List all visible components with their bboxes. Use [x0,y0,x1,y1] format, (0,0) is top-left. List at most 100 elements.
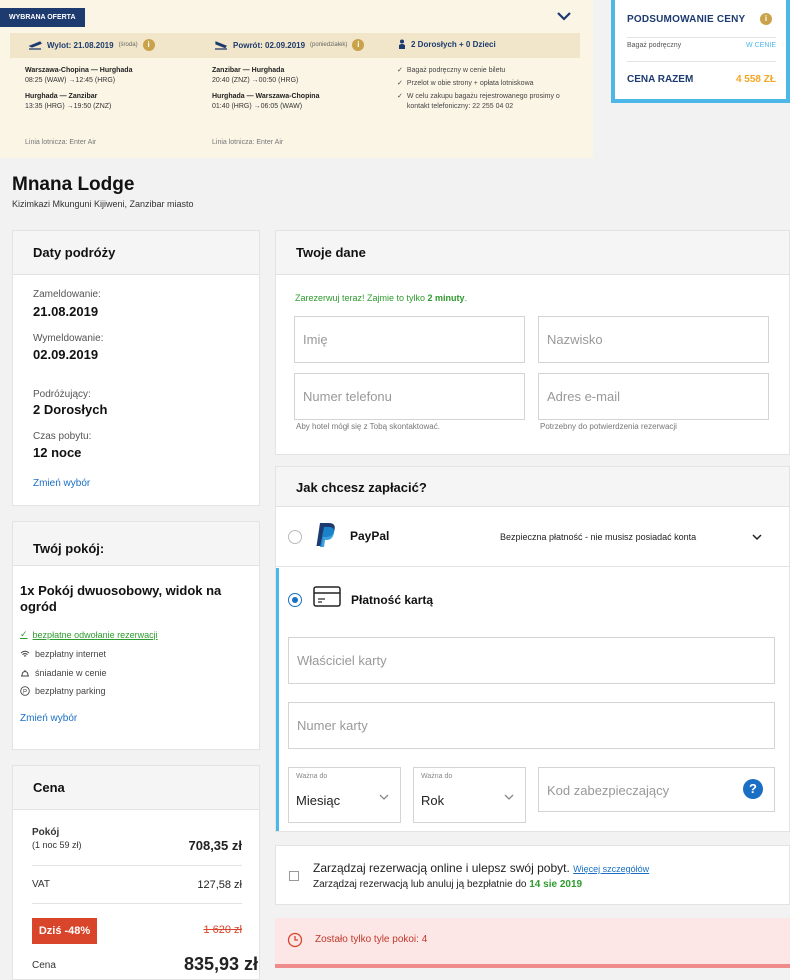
first-name-input[interactable]: Imię [294,316,525,363]
passenger-icon [399,39,405,49]
chevron-down-icon[interactable] [751,533,763,541]
card-payment-label: Płatność kartą [351,593,434,607]
change-dates-link[interactable]: Zmień wybór [33,478,90,489]
divider [32,903,242,904]
price-card: Cena [12,765,260,980]
card-header: Twoje dane [276,231,789,275]
manage-booking-text: Zarządzaj rezerwacją online i ulepsz swó… [313,861,650,875]
included-item: ✓ W celu zakupu bagażu rejestrowanego pro… [397,93,560,110]
paypal-note: Bezpieczna płatność - nie musisz posiada… [500,532,697,542]
manage-booking-sub: Zarządzaj rezerwacją lub anuluj ją bezpł… [313,879,583,890]
change-room-link[interactable]: Zmień wybór [20,713,77,724]
card-holder-input[interactable]: Właściciel karty [288,637,775,684]
segment: Hurghada — Zanzibar 13:35 (HRG) →19:50 (… [25,93,112,110]
selected-indicator [276,568,279,831]
summary-row: Bagaż podręczny W CENIE [627,42,776,49]
clock-icon [287,932,303,948]
flight-summary-bar: Wylot: 21.08.2019 (środa) i Powrót: 02.0… [10,33,580,58]
card-title: Daty podróży [33,245,116,260]
plane-departure-icon [28,41,42,50]
card-header: Cena [13,766,259,810]
paypal-radio[interactable] [288,530,302,544]
checkout-value: 02.09.2019 [33,347,99,362]
check-icon: ✓ [397,80,403,87]
card-number-input[interactable]: Numer karty [288,702,775,749]
paypal-icon [316,523,335,547]
email-input[interactable]: Adres e-mail [538,373,769,420]
alert-text: Zostało tylko tyle pokoi: 4 [315,934,428,945]
included-list: ✓ Bagaż podręczny w cenie biletu ✓ Przelot… [397,66,577,115]
manage-booking-box: Zarządzaj rezerwacją online i ulepsz swó… [275,845,790,905]
plane-arrival-icon [215,41,227,50]
final-price-label: Cena [32,960,56,971]
outbound-date: Wylot: 21.08.2019 (środa) i [28,39,155,51]
checkin-value: 21.08.2019 [33,304,99,319]
stay-value: 12 noce [33,445,82,460]
manage-booking-checkbox[interactable] [289,871,299,881]
included-item: ✓ Przelot w obie strony + opłata lotnisko… [397,80,534,87]
more-details-link[interactable]: Więcej szczegółów [573,864,649,874]
checkout-label: Wymeldowanie: [33,333,104,344]
segment: Hurghada — Warszawa-Chopina 01:40 (HRG) … [212,93,320,110]
card-header: Twój pokój: [13,522,259,566]
card-radio[interactable] [288,593,302,607]
phone-hint: Aby hotel mógł się z Tobą skontaktować. [296,422,440,431]
hotel-name: Mnana Lodge [12,174,135,195]
email-hint: Potrzebny do potwierdzenia rezerwacji [540,422,677,431]
checkin-label: Zameldowanie: [33,289,101,300]
flight-offer-panel: WYBRANA OFERTA Wylot: 21.08.2019 (środa)… [0,0,593,158]
phone-input[interactable]: Numer telefonu [294,373,525,420]
expiry-month-select[interactable]: Ważna do Miesiąc [288,767,401,823]
airline-label: Linia lotnicza: Enter Air [25,139,97,146]
paypal-label: PayPal [350,529,390,543]
stay-label: Czas pobytu: [33,431,92,442]
passengers-count: 2 Dorosłych + 0 Dzieci [398,39,496,49]
parking-icon: P [20,686,30,696]
svg-text:P: P [23,689,27,695]
check-icon: ✓ [20,629,28,639]
card-title: Twój pokój: [33,541,105,556]
segment: Warszawa-Chopina — Hurghada 08:25 (WAW) … [25,67,133,84]
travel-dates-card: Daty podróży Zameldowanie: 21.08.2019 Wy… [12,230,260,506]
free-cancellation-link[interactable]: ✓ bezpłatne odwołanie rezerwacji [20,629,158,640]
credit-card-icon [313,586,341,607]
breakfast-icon [21,669,29,676]
price-summary: PODSUMOWANIE CENY i Bagaż podręczny W CE… [611,0,790,103]
wifi-icon [20,650,30,657]
summary-total: CENA RAZEM 4 558 ZŁ [627,74,776,85]
chevron-down-icon [379,794,389,800]
travelers-value: 2 Dorosłych [33,402,108,417]
card-header: Daty podróży [13,231,259,275]
security-code-input[interactable]: Kod zabezpieczający [538,767,775,812]
help-icon[interactable]: ? [743,779,763,799]
rooms-left-alert: Zostało tylko tyle pokoi: 4 [275,918,790,968]
divider [32,865,242,866]
info-icon[interactable]: i [760,13,772,25]
card-title: Jak chcesz zapłacić? [296,480,427,495]
expiry-year-select[interactable]: Ważna do Rok [413,767,526,823]
included-item: ✓ Bagaż podręczny w cenie biletu [397,67,506,74]
old-price: 1 620 zł [203,924,242,936]
chevron-down-icon[interactable] [555,7,573,25]
divider [627,37,776,38]
vat-label: VAT [32,879,50,890]
card-header: Jak chcesz zapłacić? [276,467,789,507]
booking-promo: Zarezerwuj teraz! Zajmie to tylko 2 minu… [295,293,468,303]
outbound-segments: Warszawa-Chopina — Hurghada 08:25 (WAW) … [25,66,195,154]
room-name: 1x Pokój dwuosobowy, widok na ogród [20,583,222,614]
room-price-note: (1 noc 59 zł) [32,840,82,850]
final-price-value: 835,93 zł [183,954,258,974]
return-date: Powrót: 02.09.2019 (poniedziałek) i [214,39,365,51]
hotel-address: Kizimkazi Mkunguni Kijiweni, Zanzibar mi… [12,199,194,209]
amenity-breakfast: śniadanie w cenie [20,668,107,678]
info-icon[interactable]: i [352,39,365,51]
info-icon[interactable]: i [142,39,155,51]
amenity-parking: P bezpłatny parking [20,686,106,696]
selected-offer-tag: WYBRANA OFERTA [0,8,85,27]
last-name-input[interactable]: Nazwisko [538,316,769,363]
chevron-down-icon [504,794,514,800]
discount-badge: Dziś -48% [32,918,97,944]
travelers-label: Podróżujący: [33,389,91,400]
amenity-internet: bezpłatny internet [20,649,106,659]
room-price-label: Pokój [32,827,60,838]
